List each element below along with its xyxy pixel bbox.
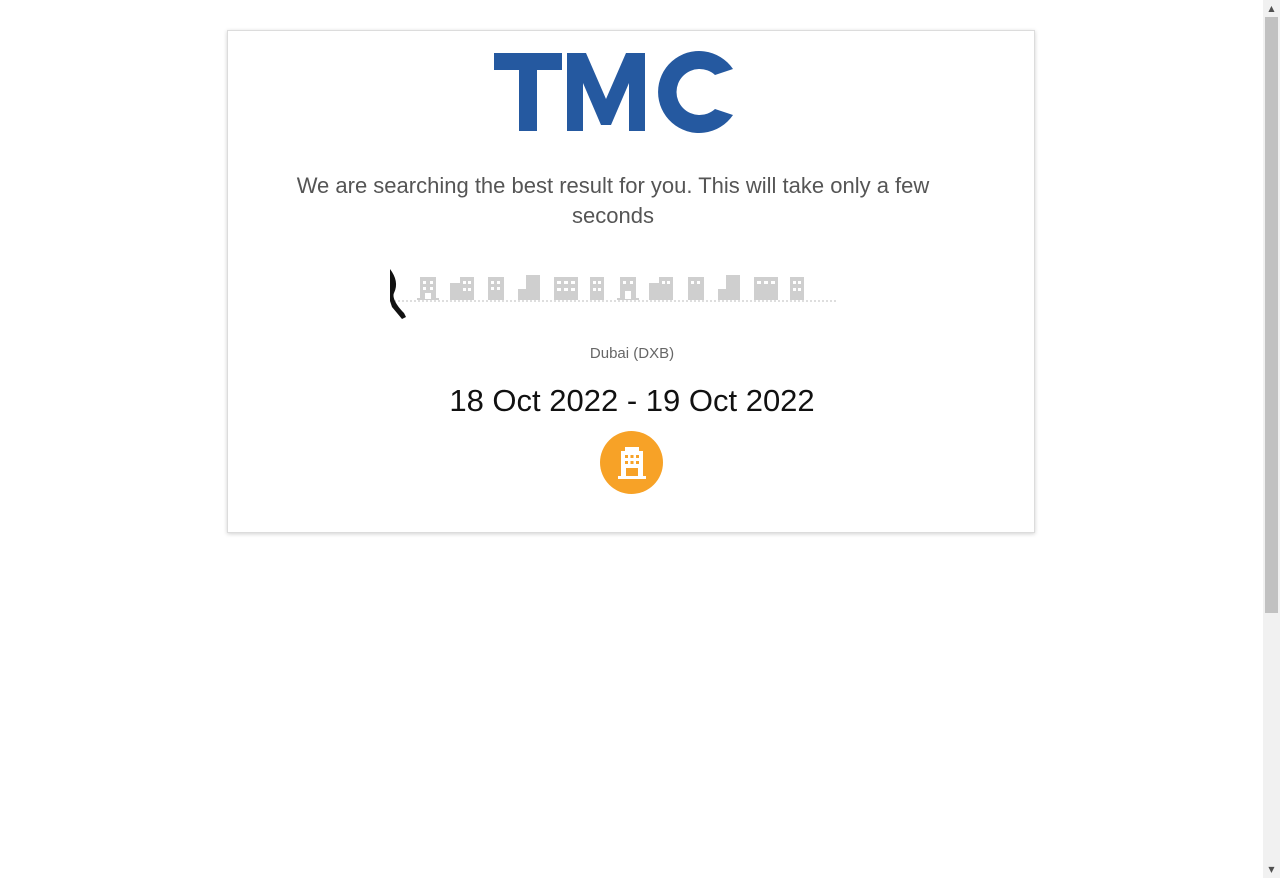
travel-dates: 18 Oct 2022 - 19 Oct 2022 — [449, 383, 815, 418]
skyline-animation — [390, 267, 836, 325]
hotel-building-icon — [618, 447, 646, 479]
scrollbar-thumb[interactable] — [1265, 17, 1278, 613]
tmc-logo — [492, 49, 736, 133]
search-message: We are searching the best result for you… — [296, 173, 930, 228]
destination-label: Dubai (DXB) — [589, 345, 675, 362]
search-loading-card: We are searching the best result for you… — [227, 30, 1035, 533]
vertical-scrollbar[interactable]: ▲ ▼ — [1263, 0, 1280, 878]
hotel-badge — [600, 431, 663, 494]
scroll-down-arrow-icon[interactable]: ▼ — [1263, 861, 1280, 878]
scroll-up-arrow-icon[interactable]: ▲ — [1263, 0, 1280, 17]
loading-page: We are searching the best result for you… — [0, 0, 1280, 878]
